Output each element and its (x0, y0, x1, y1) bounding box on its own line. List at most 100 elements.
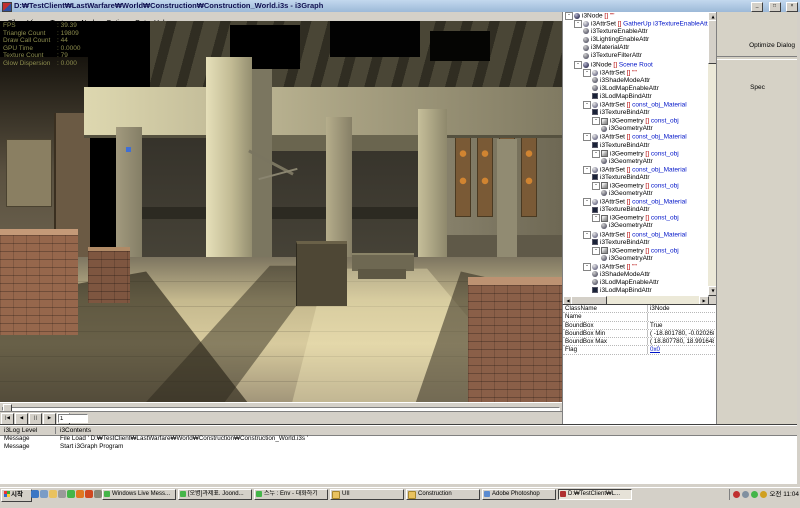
log-row[interactable]: MessageStart i3Graph Program (0, 443, 797, 451)
tree-row[interactable]: i3ShadeModeAttr (563, 77, 709, 85)
tree-row[interactable]: i3TextureBindAttr (563, 174, 709, 182)
task-button[interactable]: Windows Live Mess... (102, 489, 176, 500)
tree-row[interactable]: i3GeometryAttr (563, 222, 709, 230)
media-player-icon[interactable] (76, 490, 84, 498)
property-grid[interactable]: ClassNamei3NodeNameBoundBoxTrueBoundBox … (562, 304, 717, 425)
tree-row[interactable]: i3LodMapBindAttr (563, 93, 709, 101)
tree-row[interactable]: i3GeometryAttr (563, 190, 709, 198)
collapse-icon[interactable]: - (574, 61, 582, 69)
texture-icon (592, 174, 598, 180)
maximize-button[interactable]: □ (769, 2, 781, 12)
tree-row[interactable]: i3GeometryAttr (563, 255, 709, 263)
collapse-icon[interactable]: - (592, 247, 600, 255)
tree-row[interactable]: -i3Node [] "" (563, 12, 709, 20)
viewport-3d[interactable]: FPS: 39.39Triangle Count: 19809Draw Call… (0, 21, 562, 402)
tree-row[interactable]: -i3AttrSet [] "" (563, 69, 709, 77)
volume-tray-icon[interactable] (760, 491, 767, 498)
tree-row[interactable]: i3LodMapEnableAttr (563, 279, 709, 287)
property-row[interactable]: ClassNamei3Node (563, 305, 717, 313)
tree-row[interactable]: -i3Geometry [] const_obj (563, 182, 709, 190)
collapse-icon[interactable]: - (583, 263, 591, 271)
tree-row[interactable]: -i3AttrSet [] const_obj_Material (563, 133, 709, 141)
folder-icon[interactable] (49, 490, 57, 498)
tree-row[interactable]: -i3AttrSet [] const_obj_Material (563, 166, 709, 174)
task-button[interactable]: 스누 : Env - 대화하기 (254, 489, 328, 500)
task-button[interactable]: Construction (406, 489, 480, 500)
property-label: BoundBox Min (563, 330, 648, 337)
log-contents-column-header[interactable]: i3Contents (60, 426, 91, 435)
tree-row[interactable]: i3LodMapEnableAttr (563, 85, 709, 93)
paint-icon[interactable] (58, 490, 66, 498)
tree-horizontal-scrollbar[interactable]: ◀ ▶ (562, 296, 709, 304)
tree-row[interactable]: -i3Geometry [] const_obj (563, 150, 709, 158)
task-button[interactable]: D:₩TestClient₩L... (558, 489, 632, 500)
tree-row[interactable]: i3GeometryAttr (563, 158, 709, 166)
column-divider[interactable] (55, 427, 56, 434)
task-button[interactable]: Adobe Photoshop (482, 489, 556, 500)
collapse-icon[interactable]: - (592, 182, 600, 190)
tree-row[interactable]: -i3Geometry [] const_obj (563, 117, 709, 125)
tree-row[interactable]: i3TextureFilterAttr (563, 52, 709, 60)
log-level-column-header[interactable]: i3Log Level (4, 426, 37, 435)
collapse-icon[interactable]: - (583, 69, 591, 77)
tree-row[interactable]: i3LodMapBindAttr (563, 287, 709, 295)
log-row[interactable]: MessageFile Load ' D:₩TestClient₩LastWar… (0, 435, 797, 443)
messenger-icon[interactable] (67, 490, 75, 498)
tree-row[interactable]: i3TextureEnableAttr (563, 28, 709, 36)
property-row[interactable]: Name (563, 313, 717, 321)
property-row[interactable]: Flag0x0 (563, 346, 717, 354)
volume-icon[interactable] (94, 490, 102, 498)
collapse-icon[interactable]: - (583, 231, 591, 239)
property-row[interactable]: BoundBox Min( -18.801780, -0.020268 (563, 330, 717, 338)
tree-row[interactable]: i3GeometryAttr (563, 125, 709, 133)
task-button[interactable]: [오병]과제표. Joond... (178, 489, 252, 500)
collapse-icon[interactable]: - (583, 198, 591, 206)
node-icon (592, 279, 598, 285)
task-button[interactable]: UII (330, 489, 404, 500)
tree-row[interactable]: -i3AttrSet [] "" (563, 263, 709, 271)
start-button[interactable]: 시작 (1, 489, 32, 502)
ie-icon[interactable] (31, 490, 39, 498)
node-icon (583, 37, 589, 43)
tree-row[interactable]: -i3Node [] Scene Root (563, 61, 709, 69)
tree-row[interactable]: -i3AttrSet [] const_obj_Material (563, 101, 709, 109)
tree-row[interactable]: -i3Geometry [] const_obj (563, 214, 709, 222)
collapse-icon[interactable]: - (583, 166, 591, 174)
tree-row[interactable]: i3TextureBindAttr (563, 109, 709, 117)
close-button[interactable]: × (786, 2, 798, 12)
tree-node-label: i3GeometryAttr (609, 190, 653, 197)
node-icon (592, 134, 598, 140)
optimize-dialog-button[interactable]: Optimize Dialog (749, 42, 795, 49)
scene-tree[interactable]: -i3Node [] ""-i3AttrSet [] GatherUp i3Te… (562, 12, 709, 296)
tree-row[interactable]: -i3AttrSet [] const_obj_Material (563, 198, 709, 206)
antivirus-icon[interactable] (733, 491, 740, 498)
outlook-icon[interactable] (40, 490, 48, 498)
tree-row[interactable]: i3TextureBindAttr (563, 142, 709, 150)
collapse-icon[interactable]: - (583, 101, 591, 109)
messenger-tray-icon[interactable] (751, 491, 758, 498)
collapse-icon[interactable]: - (574, 20, 582, 28)
tree-node-label: i3LodMapEnableAttr (600, 279, 659, 286)
tree-row[interactable]: -i3AttrSet [] GatherUp i3TextureEnableAt… (563, 20, 709, 28)
collapse-icon[interactable]: - (592, 117, 600, 125)
tree-row[interactable]: i3ShadeModeAttr (563, 271, 709, 279)
property-row[interactable]: BoundBoxTrue (563, 322, 717, 330)
spec-button[interactable]: Spec (717, 84, 798, 91)
tree-row[interactable]: i3LightingEnableAttr (563, 36, 709, 44)
collapse-icon[interactable]: - (592, 150, 600, 158)
update-icon[interactable] (742, 491, 749, 498)
collapse-icon[interactable]: - (592, 214, 600, 222)
minimize-button[interactable]: _ (751, 2, 763, 12)
tree-row[interactable]: i3TextureBindAttr (563, 206, 709, 214)
frame-input[interactable] (58, 414, 88, 423)
tree-row[interactable]: -i3Geometry [] const_obj (563, 247, 709, 255)
tree-row[interactable]: -i3AttrSet [] const_obj_Material (563, 231, 709, 239)
tree-row[interactable]: i3MaterialAttr (563, 44, 709, 52)
tree-vertical-scrollbar[interactable]: ▲ ▼ (708, 12, 716, 296)
brick-pile (468, 277, 562, 402)
property-row[interactable]: BoundBox Max( 18.807780, 18.991648 (563, 338, 717, 346)
collapse-icon[interactable]: - (583, 133, 591, 141)
firefox-icon[interactable] (85, 490, 93, 498)
collapse-icon[interactable]: - (565, 12, 573, 20)
tree-row[interactable]: i3TextureBindAttr (563, 239, 709, 247)
